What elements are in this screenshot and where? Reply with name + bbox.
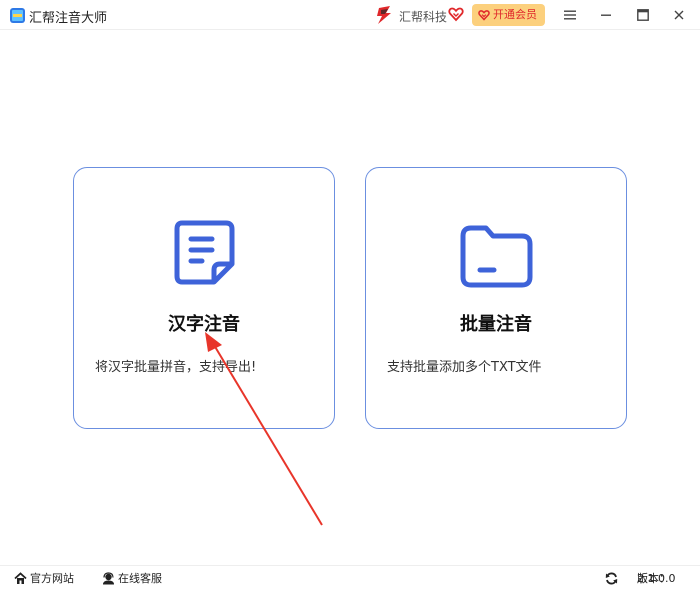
vip-heart-icon xyxy=(478,10,490,21)
status-bar: 官方网站 在线客服 版本： 2.1.0.0 xyxy=(0,565,700,590)
batch-annotation-card[interactable]: 批量注音 支持批量添加多个TXT文件 xyxy=(365,167,627,429)
menu-icon xyxy=(564,10,576,20)
close-icon xyxy=(674,10,684,20)
app-title: 汇帮注音大师 xyxy=(29,11,108,26)
card-title: 批量注音 xyxy=(460,314,532,335)
version-value: 2.1.0.0 xyxy=(637,572,676,585)
online-service-label: 在线客服 xyxy=(118,572,162,585)
version-info[interactable]: 版本： 2.1.0.0 xyxy=(605,572,690,586)
close-button[interactable] xyxy=(667,5,691,25)
document-icon xyxy=(174,220,235,285)
menu-button[interactable] xyxy=(558,5,582,25)
home-icon xyxy=(14,572,27,584)
folder-icon xyxy=(460,225,533,288)
minimize-button[interactable] xyxy=(594,5,618,25)
official-website-link[interactable]: 官方网站 xyxy=(14,572,74,586)
vip-button-label: 开通会员 xyxy=(493,8,537,21)
customer-service-icon xyxy=(103,572,114,585)
official-website-label: 官方网站 xyxy=(30,572,74,585)
card-description: 支持批量添加多个TXT文件 xyxy=(387,360,542,375)
title-bar: 汇帮注音大师 汇帮科技 开通会员 xyxy=(0,0,700,30)
card-description: 将汉字批量拼音，支持导出! xyxy=(95,360,257,375)
card-title: 汉字注音 xyxy=(168,314,240,335)
hanzi-annotation-card[interactable]: 汉字注音 将汉字批量拼音，支持导出! xyxy=(73,167,335,429)
online-service-link[interactable]: 在线客服 xyxy=(102,572,162,586)
vip-button[interactable]: 开通会员 xyxy=(472,4,545,26)
heart-icon xyxy=(448,7,464,22)
maximize-icon xyxy=(637,9,649,21)
refresh-icon xyxy=(605,572,618,585)
brand-logo-icon xyxy=(377,6,391,24)
brand-name: 汇帮科技 xyxy=(399,10,448,24)
maximize-button[interactable] xyxy=(631,5,655,25)
app-logo-icon xyxy=(10,8,25,23)
minimize-icon xyxy=(601,14,611,16)
